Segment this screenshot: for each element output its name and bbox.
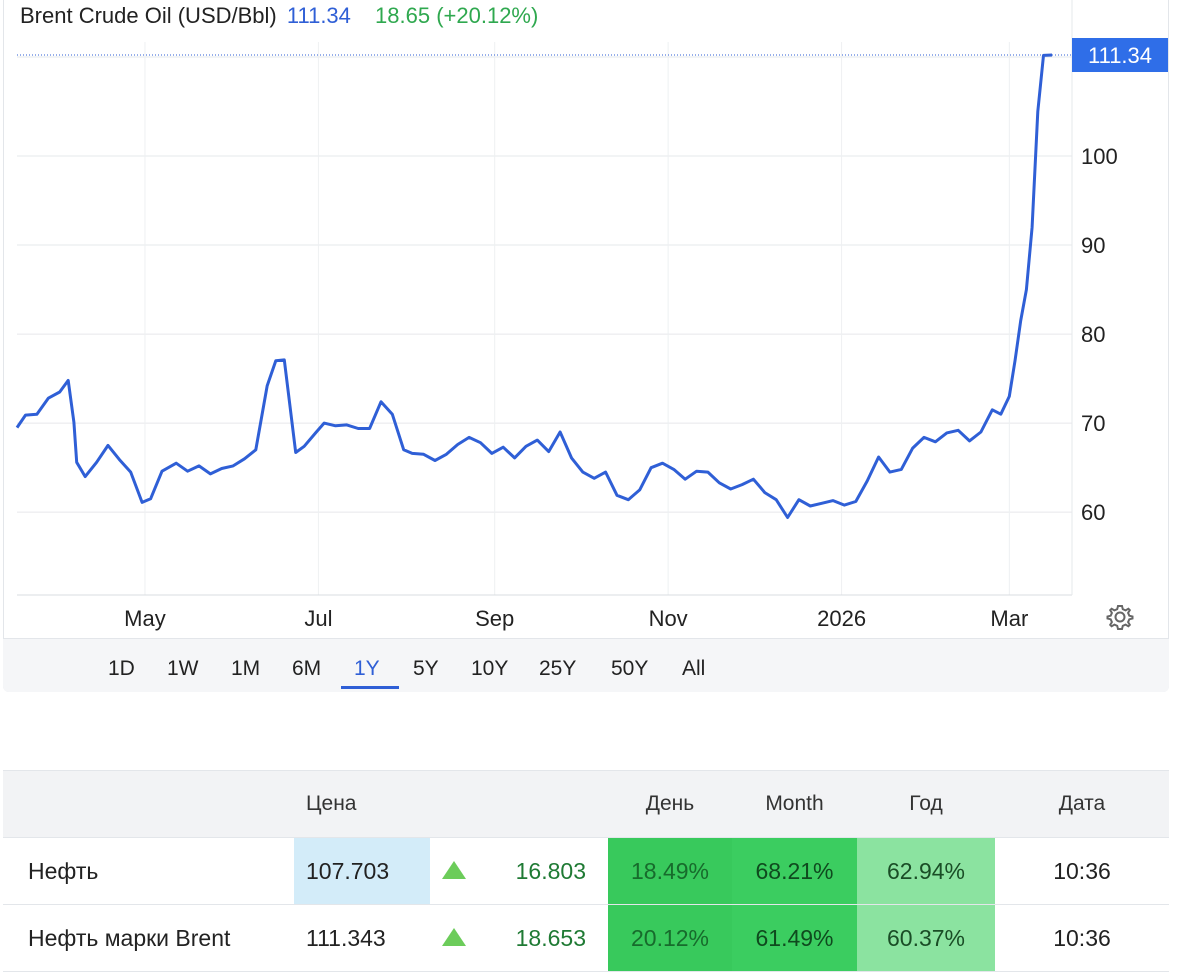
y-tick-label: 90 [1081, 233, 1105, 258]
header-price: Цена [294, 770, 430, 838]
row-month-pct: 68.21% [732, 837, 857, 905]
row-day-pct: 18.49% [608, 837, 732, 905]
row-time: 10:36 [995, 904, 1169, 972]
row-change: 16.803 [498, 837, 608, 905]
header-year: Год [857, 770, 995, 838]
row-name[interactable]: Нефть [3, 837, 294, 905]
header-name [3, 770, 294, 838]
price-chart[interactable]: 60 70 80 90 100 May Jul Sep Nov 2026 Mar 111.34 [0, 0, 1200, 640]
chart-axes: 60 70 80 90 100 May Jul Sep Nov 2026 Mar [17, 0, 1118, 631]
row-price: 111.343 [294, 904, 430, 972]
triangle-up-icon [442, 927, 466, 946]
range-button-25y[interactable]: 25Y [539, 657, 576, 681]
chart-grid [17, 42, 1072, 595]
table-row[interactable]: Нефть марки Brent 111.343 18.653 20.12% … [3, 904, 1169, 972]
range-button-1w[interactable]: 1W [167, 657, 199, 681]
row-year-pct: 60.37% [857, 904, 995, 972]
x-tick-label: Sep [475, 606, 514, 631]
range-selector: 1D 1W 1M 6M 1Y 5Y 10Y 25Y 50Y All [3, 638, 1169, 692]
row-arrow [430, 837, 498, 905]
range-button-10y[interactable]: 10Y [471, 657, 508, 681]
row-month-pct: 61.49% [732, 904, 857, 972]
price-line [15, 53, 1053, 519]
row-price: 107.703 [294, 837, 430, 905]
header-month: Month [732, 770, 857, 838]
range-button-5y[interactable]: 5Y [413, 657, 439, 681]
range-button-1d[interactable]: 1D [108, 657, 135, 681]
y-tick-label: 80 [1081, 322, 1105, 347]
row-time: 10:36 [995, 837, 1169, 905]
chart-title: Brent Crude Oil (USD/Bbl) [20, 3, 277, 28]
range-button-1y[interactable]: 1Y [354, 657, 380, 681]
gear-icon[interactable] [1106, 603, 1134, 631]
y-tick-label: 100 [1081, 144, 1118, 169]
header-date: Дата [995, 770, 1169, 838]
table-header-row: Цена День Month Год Дата [3, 770, 1169, 838]
chart-last-price: 111.34 [286, 3, 351, 28]
header-arrow [430, 770, 498, 838]
row-year-pct: 62.94% [857, 837, 995, 905]
table-row[interactable]: Нефть 107.703 16.803 18.49% 68.21% 62.94… [3, 837, 1169, 905]
quotes-table: Цена День Month Год Дата Нефть 107.703 1… [3, 770, 1169, 972]
chart-change: 18.65 (+20.12%) [375, 3, 539, 28]
row-change: 18.653 [498, 904, 608, 972]
x-tick-label: Jul [304, 606, 332, 631]
chart-price-tag: 111.34 [17, 38, 1168, 73]
active-range-underline [341, 686, 399, 689]
range-button-all[interactable]: All [682, 657, 705, 681]
x-tick-label: 2026 [817, 606, 866, 631]
header-change [498, 770, 608, 838]
y-tick-label: 70 [1081, 411, 1105, 436]
row-arrow [430, 904, 498, 972]
row-name[interactable]: Нефть марки Brent [3, 904, 294, 972]
range-button-1m[interactable]: 1M [231, 657, 260, 681]
y-tick-label: 60 [1081, 500, 1105, 525]
x-tick-label: Nov [649, 606, 688, 631]
chart-line-layer [15, 53, 1053, 519]
row-day-pct: 20.12% [608, 904, 732, 972]
triangle-up-icon [442, 860, 466, 879]
range-button-50y[interactable]: 50Y [611, 657, 648, 681]
x-tick-label: Mar [990, 606, 1028, 631]
last-price-tag-label: 111.34 [1088, 43, 1152, 68]
x-tick-label: May [124, 606, 166, 631]
chart-header: Brent Crude Oil (USD/Bbl) 111.34 18.65 (… [20, 3, 538, 29]
range-button-6m[interactable]: 6M [292, 657, 321, 681]
header-day: День [608, 770, 732, 838]
